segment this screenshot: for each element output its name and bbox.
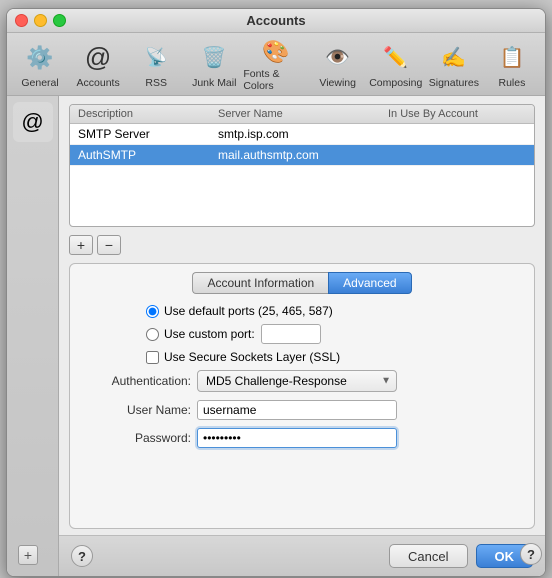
row-server: mail.authsmtp.com [218,148,388,162]
row-description: SMTP Server [78,127,218,141]
advanced-form: Use default ports (25, 465, 587) Use cus… [70,294,534,466]
fonts-colors-icon: 🎨 [260,39,292,65]
toolbar-label-rss: RSS [145,77,167,89]
col-header-description: Description [78,108,218,120]
toolbar-item-accounts[interactable]: @ Accounts [69,39,127,91]
radio-row-default-ports: Use default ports (25, 465, 587) [86,304,518,318]
radio-default-ports[interactable] [146,305,159,318]
table-empty-space [70,166,534,226]
radio-row-custom-port: Use custom port: [86,324,518,344]
general-icon: ⚙️ [24,42,56,74]
radio-custom-port[interactable] [146,328,159,341]
tab-advanced[interactable]: Advanced [328,272,411,294]
junk-mail-icon: 🗑️ [198,42,230,74]
tab-section: Account Information Advanced Use default… [69,263,535,529]
custom-port-input[interactable] [261,324,321,344]
toolbar-item-signatures[interactable]: ✍️ Signatures [425,39,483,91]
remove-smtp-button[interactable]: − [97,235,121,255]
smtp-table: Description Server Name In Use By Accoun… [69,104,535,227]
minimize-button[interactable] [34,14,47,27]
toolbar-label-junk-mail: Junk Mail [192,77,236,89]
composing-icon: ✏️ [380,42,412,74]
cancel-button[interactable]: Cancel [389,544,467,568]
radio-custom-port-label: Use custom port: [164,327,255,341]
password-label: Password: [86,431,191,445]
radio-default-ports-label: Use default ports (25, 465, 587) [164,304,333,318]
row-server: smtp.isp.com [218,127,388,141]
username-row: User Name: [86,400,518,420]
username-input[interactable] [197,400,397,420]
viewing-icon: 👁️ [322,42,354,74]
add-remove-controls: + − [69,235,535,255]
bottom-buttons: Cancel OK [389,544,533,568]
right-panel: Description Server Name In Use By Accoun… [59,96,545,576]
table-row[interactable]: AuthSMTP mail.authsmtp.com [70,145,534,166]
username-label: User Name: [86,403,191,417]
tab-account-information[interactable]: Account Information [192,272,328,294]
maximize-button[interactable] [53,14,66,27]
authentication-label: Authentication: [86,374,191,388]
rss-icon: 📡 [140,42,172,74]
tabs-row: Account Information Advanced [70,264,534,294]
table-row[interactable]: SMTP Server smtp.isp.com [70,124,534,145]
help-button[interactable]: ? [71,545,93,567]
toolbar-label-signatures: Signatures [429,77,479,89]
toolbar-item-fonts-colors[interactable]: 🎨 Fonts & Colors [243,39,308,91]
password-row: Password: [86,428,518,448]
window-controls [15,14,66,27]
col-header-inuse: In Use By Account [388,108,526,120]
toolbar-item-rss[interactable]: 📡 RSS [127,39,185,91]
password-input[interactable] [197,428,397,448]
toolbar-label-viewing: Viewing [319,77,356,89]
account-icon: @ [21,109,43,135]
table-header: Description Server Name In Use By Accoun… [70,105,534,124]
toolbar: ⚙️ General @ Accounts 📡 RSS 🗑️ Junk Mail… [7,33,545,96]
add-smtp-button[interactable]: + [69,235,93,255]
window-title: Accounts [246,13,305,28]
toolbar-label-fonts-colors: Fonts & Colors [243,68,308,92]
row-description: AuthSMTP [78,148,218,162]
ssl-label: Use Secure Sockets Layer (SSL) [164,350,340,364]
toolbar-item-viewing[interactable]: 👁️ Viewing [309,39,367,91]
main-content: @ Description Server Name In Use By Acco… [7,96,545,576]
ssl-checkbox[interactable] [146,351,159,364]
accounts-icon: @ [82,42,114,74]
toolbar-label-accounts: Accounts [77,77,120,89]
col-header-server: Server Name [218,108,388,120]
toolbar-item-rules[interactable]: 📋 Rules [483,39,541,91]
ssl-row: Use Secure Sockets Layer (SSL) [86,350,518,364]
authentication-row: Authentication: MD5 Challenge-Response P… [86,370,518,392]
authentication-select-wrap: MD5 Challenge-Response Password NTLM Ker… [197,370,397,392]
signatures-icon: ✍️ [438,42,470,74]
toolbar-label-general: General [21,77,58,89]
outer-help-button[interactable]: ? [520,543,542,565]
outer-add-button[interactable]: + [18,545,38,565]
close-button[interactable] [15,14,28,27]
toolbar-item-junk-mail[interactable]: 🗑️ Junk Mail [185,39,243,91]
toolbar-label-rules: Rules [499,77,526,89]
toolbar-item-composing[interactable]: ✏️ Composing [367,39,425,91]
authentication-select[interactable]: MD5 Challenge-Response Password NTLM Ker… [197,370,397,392]
toolbar-label-composing: Composing [369,77,422,89]
toolbar-item-general[interactable]: ⚙️ General [11,39,69,91]
sidebar: @ [7,96,59,576]
sidebar-account-item[interactable]: @ [13,102,53,142]
rules-icon: 📋 [496,42,528,74]
titlebar: Accounts [7,9,545,33]
